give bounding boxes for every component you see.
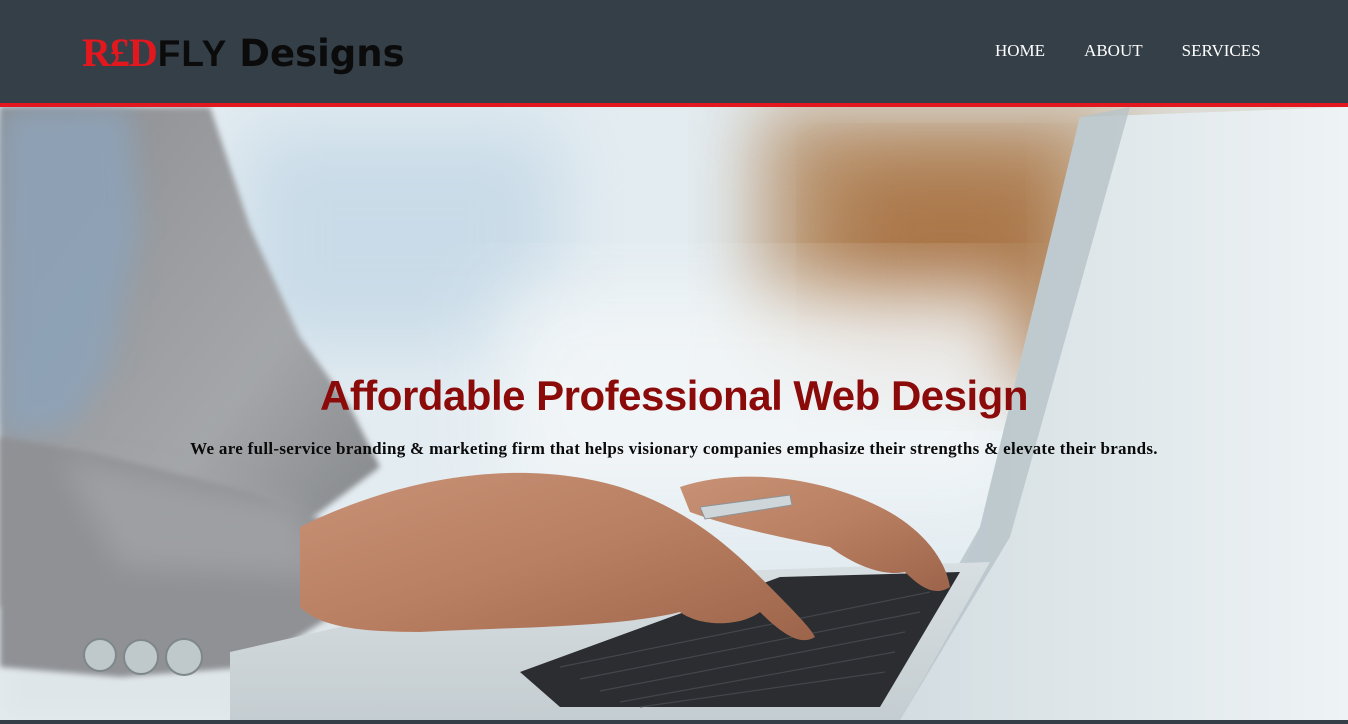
- nav-about-link[interactable]: ABOUT: [1084, 40, 1143, 62]
- site-header: R£D FLY Designs HOME ABOUT SERVICES: [0, 0, 1348, 104]
- nav-services-link[interactable]: SERVICES: [1182, 40, 1261, 62]
- brand-logo-red-text: R£D: [82, 30, 158, 75]
- hero-title: Affordable Professional Web Design: [319, 372, 1029, 419]
- hero-subtitle: We are full-service branding & marketing…: [190, 439, 1158, 458]
- brand-logo[interactable]: R£D FLY Designs: [82, 30, 405, 76]
- bottom-divider: [0, 720, 1348, 724]
- hero-section: Affordable Professional Web Design We ar…: [0, 107, 1348, 720]
- nav-home-link[interactable]: HOME: [995, 40, 1045, 62]
- brand-logo-suffix: Designs: [239, 32, 405, 75]
- brand-logo-dark-text: FLY: [157, 33, 228, 74]
- main-nav: HOME ABOUT SERVICES: [995, 40, 1261, 62]
